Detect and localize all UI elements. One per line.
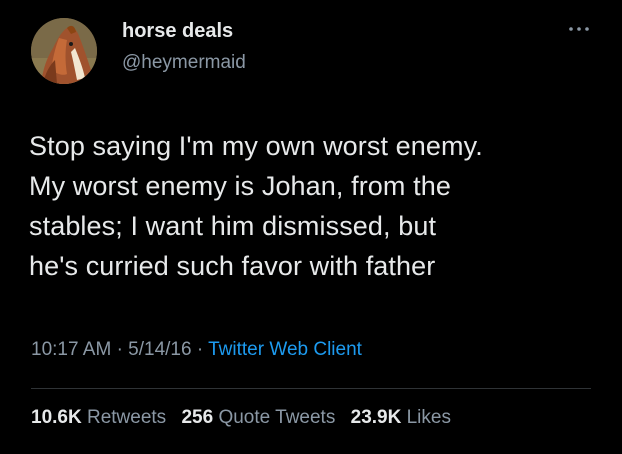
tweet-stats: 10.6K Retweets 256 Quote Tweets 23.9K Li… [31, 407, 461, 429]
author-name[interactable]: horse deals [122, 20, 233, 43]
tweet-text: Stop saying I'm my own worst enemy. My w… [29, 126, 604, 286]
quote-tweets-stat[interactable]: 256 Quote Tweets [181, 407, 335, 428]
meta-separator: · [116, 339, 123, 360]
likes-count: 23.9K [350, 407, 402, 428]
tweet-meta: 10:17 AM · 5/14/16 · Twitter Web Client [31, 339, 362, 361]
tweet-text-line: My worst enemy is Johan, from the [29, 171, 451, 201]
retweets-count: 10.6K [31, 407, 82, 428]
tweet-text-line: stables; I want him dismissed, but [29, 211, 437, 241]
meta-separator: · [196, 339, 204, 360]
divider [31, 388, 591, 389]
tweet-card: horse deals @heymermaid Stop saying I'm … [0, 0, 622, 454]
tweet-date[interactable]: 5/14/16 [128, 339, 191, 360]
client-link[interactable]: Twitter Web Client [208, 339, 362, 360]
tweet-text-line: he's curried such favor with father [29, 251, 436, 281]
retweets-stat[interactable]: 10.6K Retweets [31, 407, 166, 428]
likes-label: Likes [406, 407, 451, 428]
tweet-time[interactable]: 10:17 AM [31, 339, 111, 360]
likes-stat[interactable]: 23.9K Likes [351, 407, 451, 428]
horse-avatar-icon [31, 18, 97, 84]
quotes-count: 256 [181, 407, 214, 428]
quotes-label: Quote Tweets [218, 407, 336, 428]
tweet-text-line: Stop saying I'm my own worst enemy. [29, 131, 483, 161]
avatar[interactable] [31, 18, 97, 84]
retweets-label: Retweets [86, 407, 167, 428]
author-handle[interactable]: @heymermaid [122, 52, 246, 74]
more-horizontal-icon[interactable] [566, 22, 592, 36]
